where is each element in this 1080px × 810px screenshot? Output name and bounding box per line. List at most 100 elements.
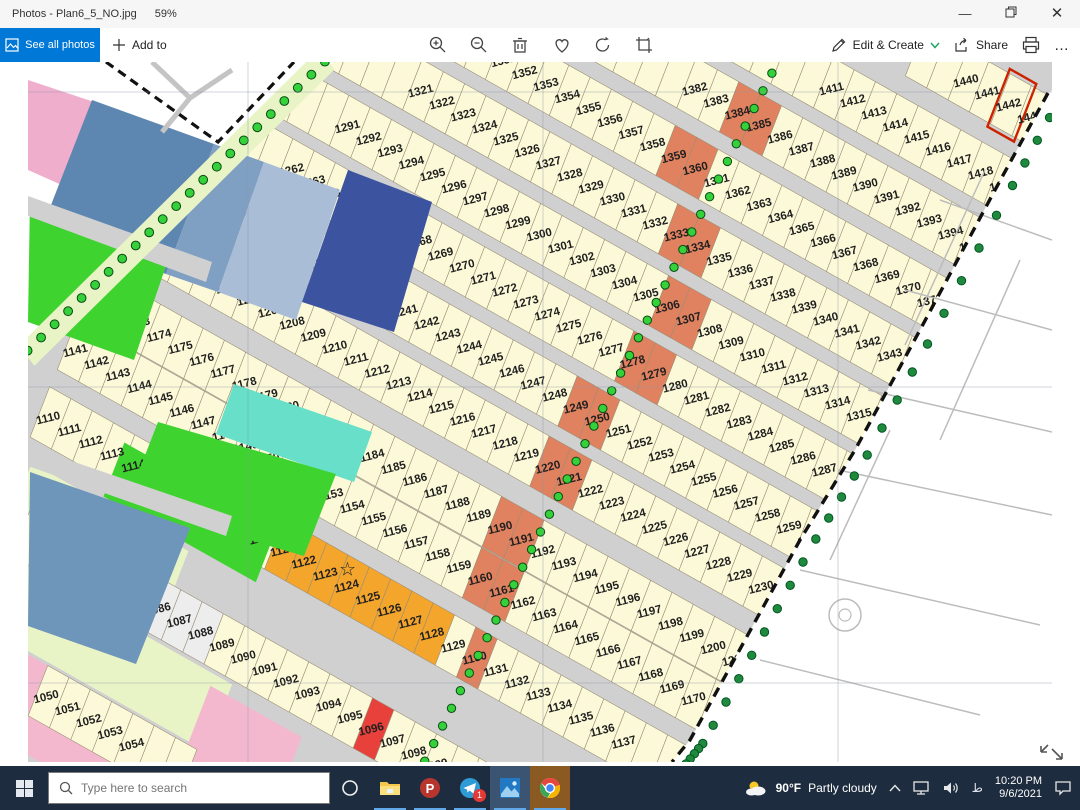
share-icon bbox=[954, 37, 970, 53]
boundary-dot bbox=[519, 563, 527, 571]
boundary-dot bbox=[266, 110, 275, 119]
boundary-dot bbox=[50, 320, 59, 329]
photos-app-icon bbox=[499, 777, 521, 799]
print-icon[interactable] bbox=[1022, 36, 1040, 54]
system-tray: 90°F Partly cloudy ط 10:20 PM 9/6/2021 bbox=[745, 775, 1080, 801]
zoom-in-icon[interactable] bbox=[428, 35, 448, 55]
boundary-dot bbox=[863, 451, 871, 459]
boundary-dot bbox=[786, 581, 794, 589]
boundary-dot bbox=[474, 651, 482, 659]
boundary-dot bbox=[768, 69, 776, 77]
taskbar-search[interactable] bbox=[48, 772, 330, 804]
boundary-dot bbox=[1021, 159, 1029, 167]
boundary-dot bbox=[456, 687, 464, 695]
boundary-dot bbox=[554, 492, 562, 500]
boundary-dot bbox=[705, 193, 713, 201]
boundary-dot bbox=[697, 210, 705, 218]
boundary-dot bbox=[723, 157, 731, 165]
chrome-button[interactable] bbox=[530, 766, 570, 810]
volume-icon[interactable] bbox=[943, 781, 960, 795]
close-button[interactable]: ✕ bbox=[1034, 0, 1080, 28]
language-indicator[interactable]: ط bbox=[972, 781, 983, 795]
weather-widget[interactable]: 90°F Partly cloudy bbox=[745, 779, 877, 797]
partly-cloudy-icon bbox=[745, 779, 769, 797]
boundary-dot bbox=[185, 189, 194, 198]
boundary-dot bbox=[825, 514, 833, 522]
plus-icon bbox=[112, 38, 126, 52]
window-title: Photos - Plan6_5_NO.jpg bbox=[12, 8, 137, 20]
boundary-dot bbox=[131, 241, 140, 250]
chevron-down-icon bbox=[930, 42, 940, 49]
start-button[interactable] bbox=[0, 766, 48, 810]
minimize-button[interactable]: — bbox=[942, 0, 988, 28]
boundary-dot bbox=[837, 493, 845, 501]
boundary-dot bbox=[625, 351, 633, 359]
favorite-heart-icon[interactable] bbox=[552, 35, 572, 55]
see-all-photos-button[interactable]: See all photos bbox=[0, 28, 100, 62]
windows-taskbar: P 1 bbox=[0, 766, 1080, 810]
boundary-dot bbox=[750, 104, 758, 112]
boundary-dot bbox=[212, 162, 221, 171]
restore-button[interactable] bbox=[988, 0, 1034, 28]
file-explorer-button[interactable] bbox=[370, 766, 410, 810]
see-all-photos-label: See all photos bbox=[25, 39, 95, 51]
photos-app-window: { "window": { "title": "Photos - Plan6_5… bbox=[0, 0, 1080, 810]
zoom-out-icon[interactable] bbox=[469, 35, 489, 55]
boundary-dot bbox=[616, 369, 624, 377]
edit-create-button[interactable]: Edit & Create bbox=[831, 37, 940, 53]
boundary-dot bbox=[957, 277, 965, 285]
photo-canvas-plat-map[interactable]: 1440144114421443141114121413141414151416… bbox=[0, 0, 1080, 810]
boundary-dot bbox=[760, 628, 768, 636]
boundary-dot bbox=[483, 634, 491, 642]
boundary-dot bbox=[732, 140, 740, 148]
telegram-button[interactable]: 1 bbox=[450, 766, 490, 810]
boundary-dot bbox=[643, 316, 651, 324]
boundary-dot bbox=[501, 598, 509, 606]
boundary-dot bbox=[253, 123, 262, 132]
file-explorer-icon bbox=[379, 779, 401, 797]
add-to-label: Add to bbox=[132, 38, 167, 52]
boundary-dot bbox=[599, 404, 607, 412]
boundary-dot bbox=[492, 616, 500, 624]
boundary-dot bbox=[714, 175, 722, 183]
share-button[interactable]: Share bbox=[954, 37, 1008, 53]
clock-date: 9/6/2021 bbox=[995, 788, 1042, 801]
add-to-button[interactable]: Add to bbox=[112, 28, 167, 62]
chrome-icon bbox=[539, 777, 561, 799]
search-icon bbox=[59, 781, 73, 795]
action-center-icon[interactable] bbox=[1054, 780, 1072, 796]
crop-icon[interactable] bbox=[634, 35, 654, 55]
share-label: Share bbox=[976, 38, 1008, 52]
boundary-dot bbox=[759, 87, 767, 95]
boundary-dot bbox=[908, 368, 916, 376]
delete-icon[interactable] bbox=[510, 35, 530, 55]
psiphon-button[interactable]: P bbox=[410, 766, 450, 810]
network-icon[interactable] bbox=[913, 781, 931, 795]
boundary-dot bbox=[608, 387, 616, 395]
windows-logo-icon bbox=[16, 780, 33, 797]
title-bar: Photos - Plan6_5_NO.jpg 59% — ✕ bbox=[0, 0, 1080, 28]
more-options-button[interactable]: … bbox=[1054, 37, 1070, 54]
boundary-dot bbox=[226, 149, 235, 158]
boundary-dot bbox=[940, 309, 948, 317]
cortana-button[interactable] bbox=[330, 766, 370, 810]
boundary-dot bbox=[722, 698, 730, 706]
boundary-dot bbox=[878, 424, 886, 432]
clock-time: 10:20 PM bbox=[995, 775, 1042, 788]
edit-icon bbox=[831, 37, 847, 53]
boundary-dot bbox=[741, 122, 749, 130]
boundary-dot bbox=[735, 675, 743, 683]
boundary-dot bbox=[590, 422, 598, 430]
hidden-icons-chevron[interactable] bbox=[889, 784, 901, 792]
boundary-dot bbox=[812, 535, 820, 543]
boundary-dot bbox=[118, 254, 127, 263]
photos-app-button[interactable] bbox=[490, 766, 530, 810]
svg-text:P: P bbox=[426, 781, 435, 796]
photos-grid-icon bbox=[5, 38, 19, 52]
boundary-dot bbox=[992, 211, 1000, 219]
rotate-icon[interactable] bbox=[593, 35, 613, 55]
boundary-dot bbox=[307, 70, 316, 79]
taskbar-clock[interactable]: 10:20 PM 9/6/2021 bbox=[995, 775, 1042, 801]
weather-condition: Partly cloudy bbox=[808, 781, 877, 795]
search-input[interactable] bbox=[81, 781, 301, 795]
